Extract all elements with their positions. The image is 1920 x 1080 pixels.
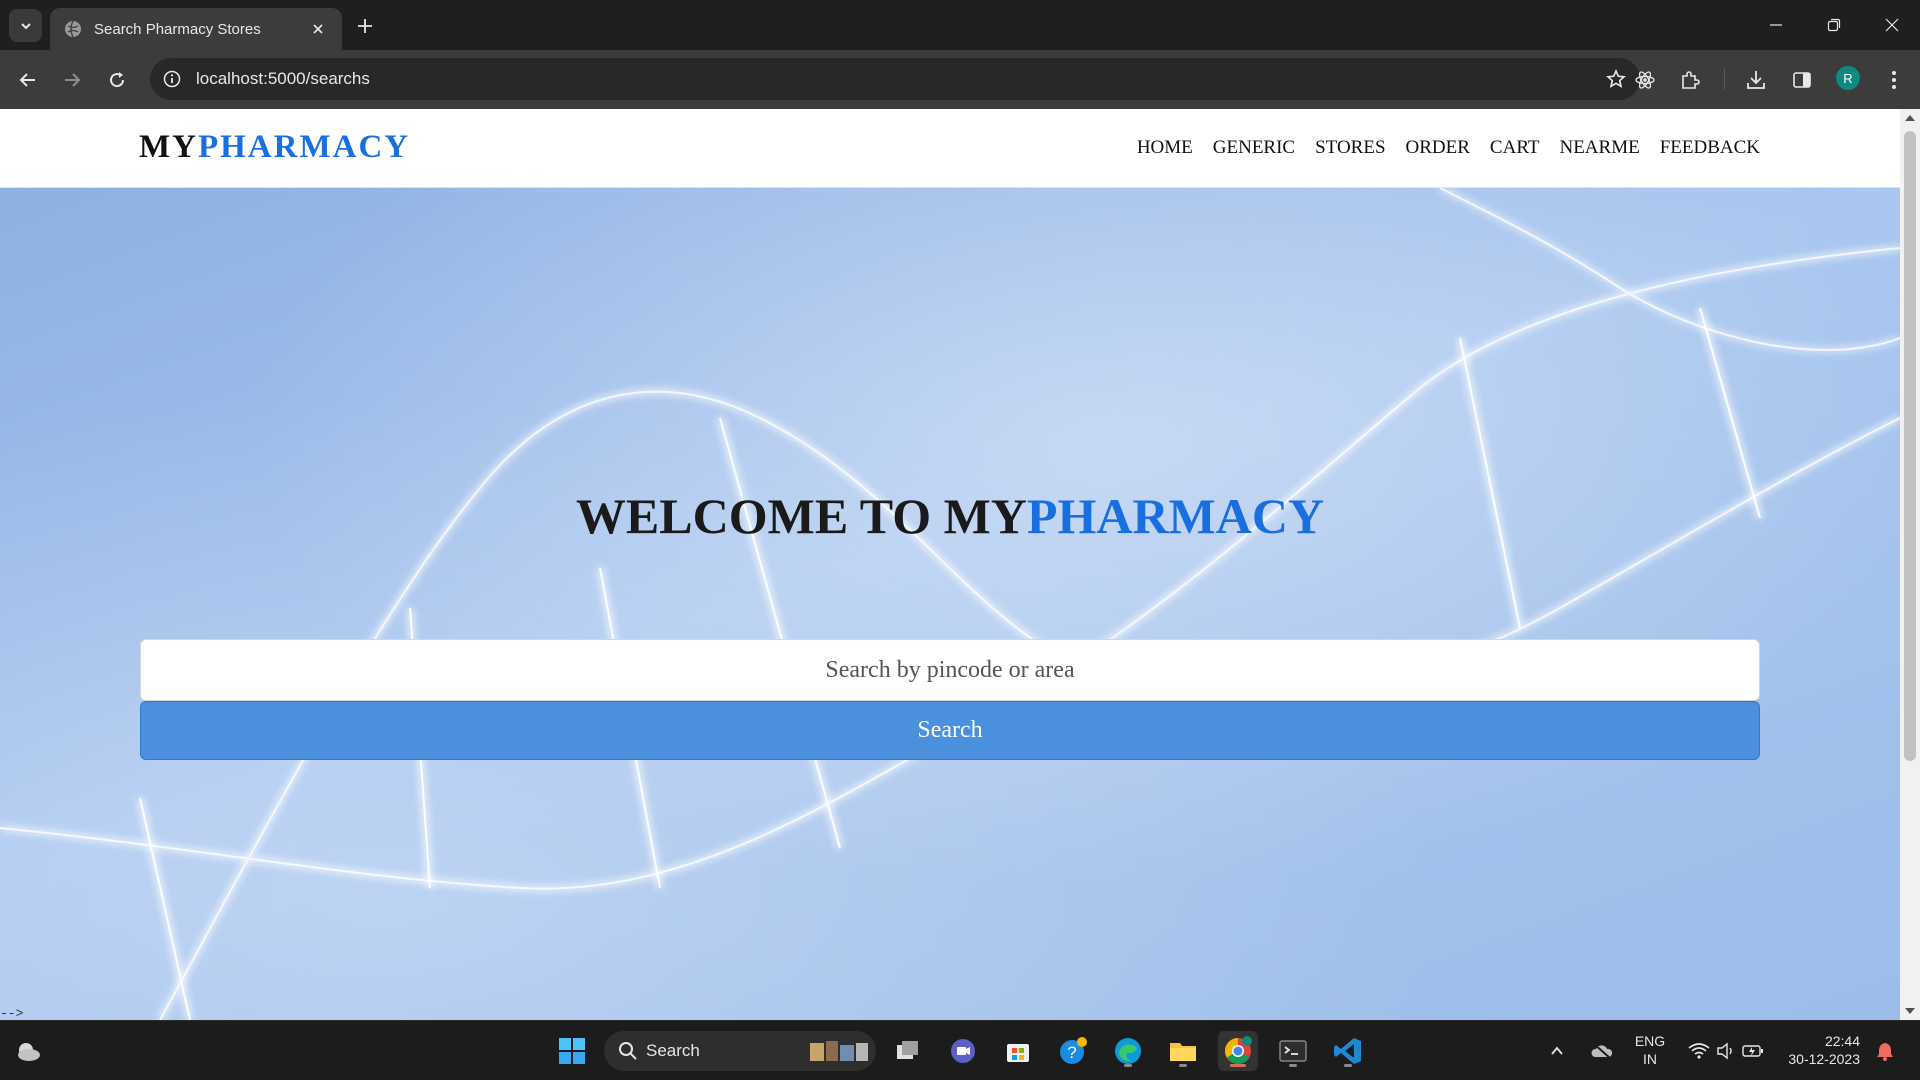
browser-tab-active[interactable]: Search Pharmacy Stores xyxy=(50,8,342,50)
wifi-icon xyxy=(1688,1043,1710,1059)
hero-section xyxy=(0,188,1900,1020)
tab-close-icon[interactable] xyxy=(308,19,328,39)
bookmark-star-icon[interactable] xyxy=(1604,67,1628,91)
battery-charging-icon xyxy=(1742,1045,1763,1057)
chevron-down-icon xyxy=(20,22,31,29)
terminal-icon[interactable] xyxy=(1273,1031,1313,1071)
globe-icon xyxy=(64,20,82,38)
restore-icon[interactable] xyxy=(1806,0,1862,50)
chevron-up-icon[interactable] xyxy=(1542,1031,1572,1071)
get-help-icon[interactable]: ? xyxy=(1053,1031,1093,1071)
quick-settings[interactable] xyxy=(1684,1031,1768,1071)
edge-browser-icon[interactable] xyxy=(1108,1031,1148,1071)
browser-tab-strip: Search Pharmacy Stores xyxy=(0,0,1920,50)
nav-nearme[interactable]: NEARME xyxy=(1559,137,1639,159)
language-indicator[interactable]: ENG IN xyxy=(1624,1032,1676,1068)
nav-stores[interactable]: STORES xyxy=(1315,137,1385,159)
profile-avatar[interactable]: R xyxy=(1836,66,1860,90)
taskbar-search-box[interactable]: Search xyxy=(604,1031,876,1071)
site-logo[interactable]: MYPHARMACY xyxy=(139,129,410,166)
back-arrow-icon[interactable] xyxy=(12,64,44,96)
nav-feedback[interactable]: FEEDBACK xyxy=(1660,137,1760,159)
running-indicator xyxy=(1179,1064,1187,1067)
browser-toolbar: localhost:5000/searchs xyxy=(0,50,1920,109)
welcome-heading: WELCOME TO MYPHARMACY xyxy=(0,487,1900,545)
scrollbar-thumb[interactable] xyxy=(1904,131,1916,761)
chrome-browser-icon[interactable] xyxy=(1218,1031,1258,1071)
brand-part2: PHARMACY xyxy=(197,129,411,165)
site-info-icon[interactable] xyxy=(160,67,184,91)
welcome-part2: PHARMACY xyxy=(1026,488,1325,544)
reload-icon[interactable] xyxy=(101,64,133,96)
download-icon[interactable] xyxy=(1740,64,1772,96)
side-panel-icon[interactable] xyxy=(1786,64,1818,96)
react-devtools-icon[interactable] xyxy=(1629,64,1661,96)
language-line1: ENG xyxy=(1634,1033,1666,1049)
welcome-part1: WELCOME TO MY xyxy=(575,488,1027,544)
new-tab-plus-icon[interactable] xyxy=(352,13,378,39)
page-scrollbar[interactable] xyxy=(1900,109,1920,1020)
close-window-icon[interactable] xyxy=(1864,0,1920,50)
address-bar[interactable]: localhost:5000/searchs xyxy=(150,58,1640,100)
scroll-up-icon[interactable] xyxy=(1905,115,1915,121)
volume-icon xyxy=(1717,1042,1732,1060)
teams-chat-icon[interactable] xyxy=(943,1031,983,1071)
dna-helix-background xyxy=(0,188,1900,1020)
file-explorer-icon[interactable] xyxy=(1163,1031,1203,1071)
windows-start-icon[interactable] xyxy=(552,1031,592,1071)
notification-bell-icon[interactable] xyxy=(1868,1031,1902,1071)
windows-taskbar: Search ? ENG IN 22:44 30-12-2023 xyxy=(0,1020,1920,1080)
clock-time: 22:44 xyxy=(1824,1033,1860,1049)
page-viewport: MYPHARMACY HOME GENERIC STORES ORDER CAR… xyxy=(0,109,1900,1020)
site-navbar: MYPHARMACY HOME GENERIC STORES ORDER CAR… xyxy=(0,109,1900,188)
nav-links: HOME GENERIC STORES ORDER CART NEARME FE… xyxy=(1137,137,1760,159)
search-highlight-books-icon xyxy=(810,1041,868,1061)
scroll-down-icon[interactable] xyxy=(1905,1008,1915,1014)
svg-text:?: ? xyxy=(1067,1043,1076,1062)
nav-cart[interactable]: CART xyxy=(1490,137,1540,159)
active-indicator xyxy=(1230,1064,1246,1067)
search-input[interactable] xyxy=(140,639,1760,701)
minimize-icon[interactable] xyxy=(1748,0,1804,50)
url-text[interactable]: localhost:5000/searchs xyxy=(196,69,370,89)
search-icon xyxy=(619,1042,637,1060)
running-indicator xyxy=(1289,1064,1297,1067)
tab-title: Search Pharmacy Stores xyxy=(94,20,261,38)
nav-home[interactable]: HOME xyxy=(1137,137,1193,159)
running-indicator xyxy=(1124,1064,1132,1067)
taskbar-search-label: Search xyxy=(646,1041,700,1060)
running-indicator xyxy=(1344,1064,1352,1067)
vscode-icon[interactable] xyxy=(1328,1031,1368,1071)
toolbar-separator xyxy=(1724,68,1725,90)
stray-comment-text: --> xyxy=(0,1006,24,1020)
more-menu-icon[interactable] xyxy=(1878,64,1910,96)
extensions-puzzle-icon[interactable] xyxy=(1674,64,1706,96)
microsoft-store-icon[interactable] xyxy=(998,1031,1038,1071)
forward-arrow-icon[interactable] xyxy=(56,64,88,96)
search-button[interactable]: Search xyxy=(140,701,1760,760)
tab-search-button[interactable] xyxy=(9,9,42,42)
nav-generic[interactable]: GENERIC xyxy=(1213,137,1295,159)
onedrive-offline-icon[interactable] xyxy=(1585,1031,1619,1071)
language-line2: IN xyxy=(1643,1051,1657,1067)
clock[interactable]: 22:44 30-12-2023 xyxy=(1780,1032,1860,1068)
weather-widget-icon[interactable] xyxy=(8,1031,48,1071)
brand-part1: MY xyxy=(139,129,198,165)
task-view-icon[interactable] xyxy=(888,1031,928,1071)
clock-date: 30-12-2023 xyxy=(1788,1051,1860,1067)
nav-order[interactable]: ORDER xyxy=(1406,137,1470,159)
